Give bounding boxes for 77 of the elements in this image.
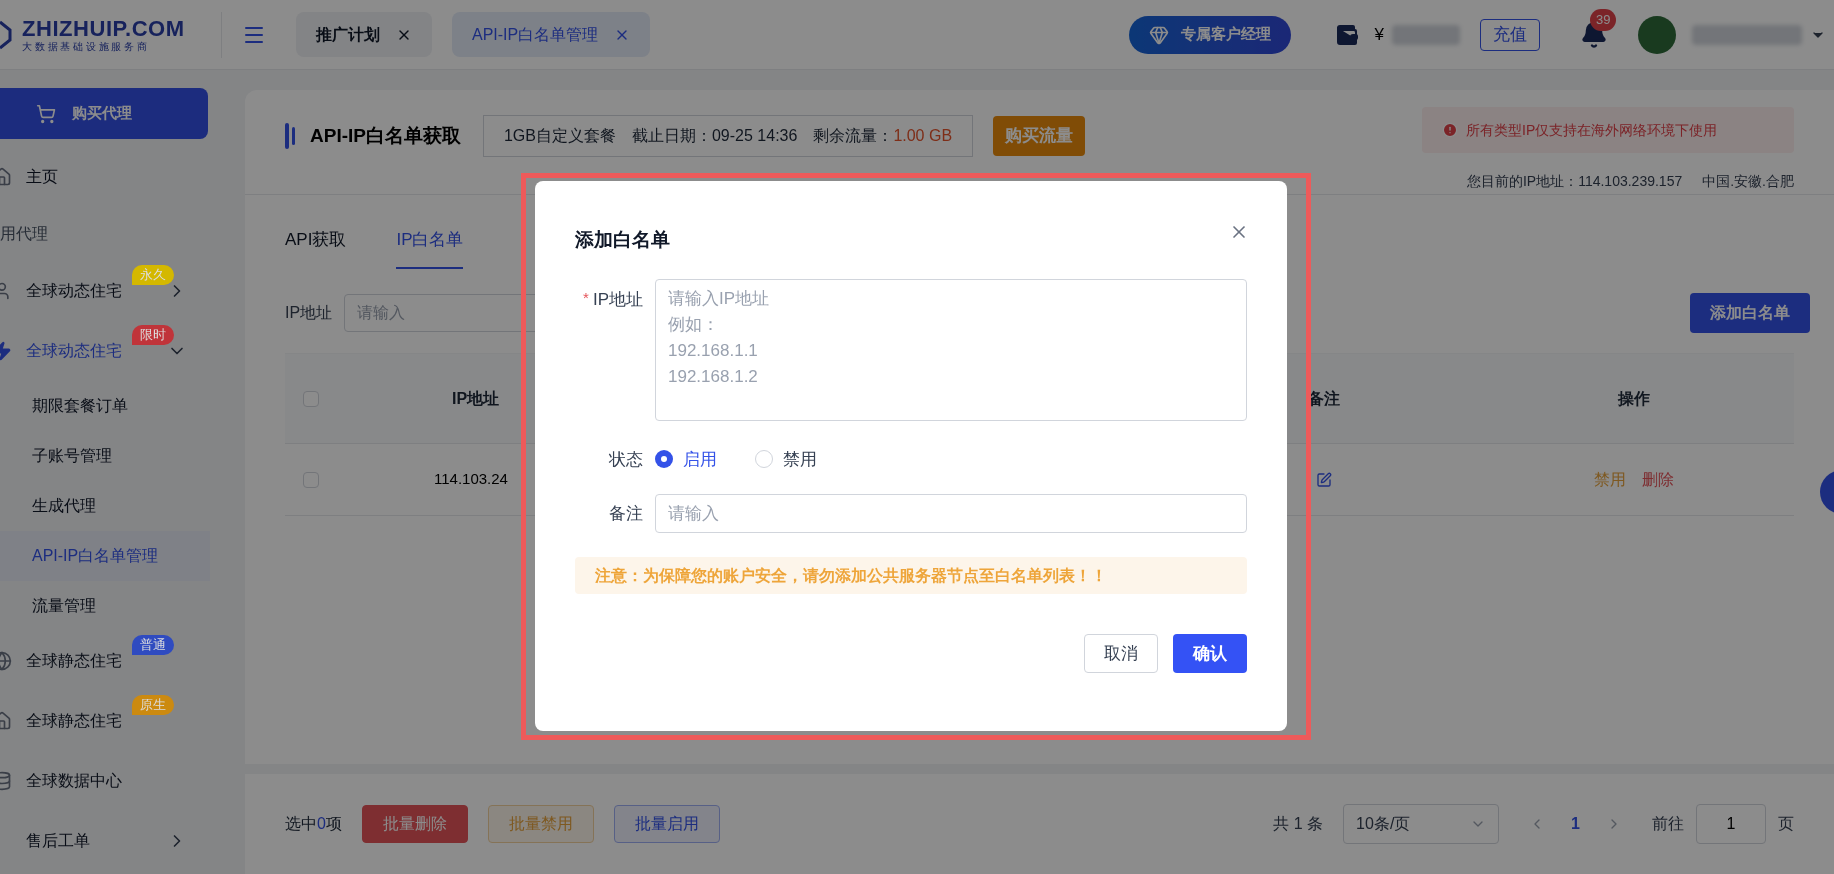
placeholder-text: 192.168.1.2: [668, 365, 758, 388]
status-label: 状态: [608, 448, 644, 471]
recharge-button[interactable]: 充值: [1480, 18, 1540, 51]
page-size-select[interactable]: 10条/页: [1343, 804, 1500, 844]
select-all-checkbox[interactable]: [303, 390, 319, 407]
notice-banner: 所有类型IP仅支持在海外网络环境下使用: [1422, 107, 1794, 153]
page-jump-field[interactable]: 1: [1696, 804, 1766, 844]
logo-tagline: 大 数 据 基 础 设 施 服 务 商: [22, 40, 148, 53]
status-radio[interactable]: 禁用: [755, 446, 817, 472]
action-link[interactable]: 禁用: [1594, 467, 1626, 492]
location-text: 中国.安徽.合肥: [1702, 172, 1794, 191]
confirm-button[interactable]: 确认: [1173, 634, 1247, 673]
submenu-item[interactable]: 子账号管理: [0, 431, 225, 481]
currency-symbol: ¥: [1374, 23, 1384, 46]
action-link[interactable]: 删除: [1642, 467, 1674, 492]
cart-icon: [36, 103, 56, 124]
column-header: IP地址: [452, 388, 500, 409]
add-whitelist-button[interactable]: 添加白名单: [1690, 293, 1810, 333]
submenu-item[interactable]: 流量管理: [0, 581, 225, 631]
tag-badge: 原生: [132, 695, 174, 715]
batch-action-button[interactable]: 批量启用: [613, 805, 720, 843]
notification-badge: 39: [1590, 8, 1617, 31]
menu-label: 全球静态住宅: [26, 651, 122, 671]
remark-label: 备注: [608, 502, 644, 525]
diamond-icon: [1148, 24, 1169, 45]
wallet-icon: [1334, 22, 1359, 47]
page-suffix: 页: [1778, 814, 1794, 834]
menu-label: 全球数据中心: [26, 771, 122, 791]
tag-badge: 限时: [132, 325, 174, 345]
batch-action-button[interactable]: 批量删除: [361, 805, 468, 843]
content-tab[interactable]: API获取: [285, 225, 347, 269]
remaining-traffic-text: 剩余流量：1.00 GB: [813, 126, 953, 146]
buy-proxy-button[interactable]: 购买代理: [0, 88, 208, 139]
dialog-title: 添加白名单: [575, 228, 670, 252]
page-tab[interactable]: API-IP白名单管理: [452, 12, 651, 57]
submenu-item[interactable]: 生成代理: [0, 481, 225, 531]
title-accent-bar: [285, 123, 289, 149]
remark-field[interactable]: 请输入: [655, 494, 1247, 533]
ip-address-textarea[interactable]: 请输入IP地址 例如： 192.168.1.1 192.168.1.2: [655, 278, 1247, 421]
content-tab[interactable]: IP白名单: [396, 225, 464, 269]
goto-label: 前往: [1652, 814, 1684, 834]
tag-badge: 永久: [132, 265, 174, 285]
logo-text: ZHIZHUIP.COM: [22, 16, 185, 41]
warning-banner: 注意：为保障您的账户安全，请勿添加公共服务器节点至白名单列表！！: [575, 557, 1247, 594]
buy-traffic-button[interactable]: 购买流量: [993, 116, 1086, 156]
placeholder-text: 192.168.1.1: [668, 339, 758, 362]
total-count-text: 共 1 条: [1273, 814, 1324, 834]
placeholder-text: 例如：: [668, 313, 719, 336]
edit-icon[interactable]: [1316, 471, 1332, 488]
alert-icon: [1442, 122, 1458, 138]
plan-name: 1GB自定义套餐: [503, 126, 616, 146]
menu-label: 主页: [26, 167, 58, 187]
section-label: 用代理: [0, 224, 48, 244]
submenu-item[interactable]: API-IP白名单管理: [0, 531, 210, 581]
submenu-item[interactable]: 期限套餐订单: [0, 381, 225, 431]
ip-address-text: 您目前的IP地址：114.103.239.157: [1466, 172, 1683, 191]
avatar[interactable]: [1638, 15, 1676, 54]
row-checkbox[interactable]: [303, 471, 319, 488]
menu-label: 售后工单: [26, 831, 90, 851]
ip-cell-text: 114.103.24: [434, 469, 508, 490]
placeholder-text: 请输入IP地址: [668, 287, 770, 310]
account-manager-button[interactable]: 专属客户经理: [1128, 15, 1291, 54]
menu-label: 全球动态住宅: [26, 341, 122, 361]
blurred-balance: [1392, 24, 1460, 45]
page-title: API-IP白名单获取: [310, 123, 461, 148]
page-number[interactable]: 1: [1571, 812, 1580, 836]
logo-icon: [0, 19, 14, 50]
menu-label: 全球静态住宅: [26, 711, 122, 731]
menu-label: 全球动态住宅: [26, 281, 122, 301]
status-radio[interactable]: 启用: [655, 446, 717, 472]
expiry-text: 截止日期：09-25 14:36: [631, 126, 798, 146]
cancel-button[interactable]: 取消: [1084, 634, 1158, 673]
tag-badge: 普通: [132, 635, 174, 655]
filter-label: IP地址: [285, 303, 333, 323]
page-tab[interactable]: 推广计划: [296, 12, 432, 57]
selection-count-text: 选中0项: [285, 814, 342, 834]
column-header: 操作: [1618, 388, 1650, 409]
